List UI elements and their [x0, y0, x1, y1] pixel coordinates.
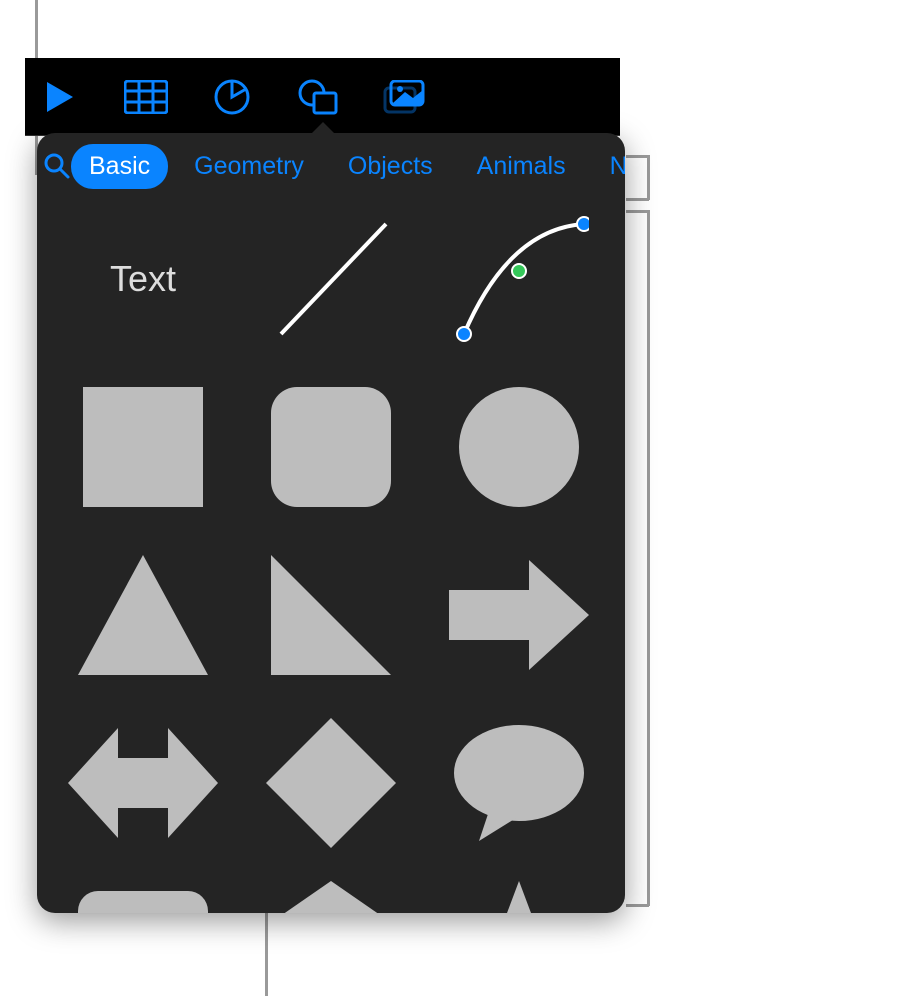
shape-star[interactable] — [443, 881, 595, 913]
shapes-grid: Text — [37, 199, 625, 913]
app-frame: Basic Geometry Objects Animals Na Text — [25, 58, 620, 908]
annotation-line — [647, 155, 650, 200]
media-button[interactable] — [379, 72, 429, 122]
category-bar: Basic Geometry Objects Animals Na — [37, 133, 625, 199]
annotation-line — [626, 904, 649, 907]
category-animals[interactable]: Animals — [459, 144, 584, 189]
play-button[interactable] — [35, 72, 85, 122]
shape-text[interactable]: Text — [67, 209, 219, 349]
shape-callout[interactable] — [67, 881, 219, 913]
shape-circle[interactable] — [443, 377, 595, 517]
shapes-popover: Basic Geometry Objects Animals Na Text — [37, 133, 625, 913]
popover-arrow — [309, 122, 337, 136]
annotation-line — [265, 912, 268, 996]
table-button[interactable] — [121, 72, 171, 122]
category-objects[interactable]: Objects — [330, 144, 451, 189]
category-geometry[interactable]: Geometry — [176, 144, 322, 189]
shape-speech-bubble[interactable] — [443, 713, 595, 853]
shape-square[interactable] — [67, 377, 219, 517]
category-basic[interactable]: Basic — [71, 144, 168, 189]
shape-pentagon[interactable] — [255, 881, 407, 913]
shape-right-triangle[interactable] — [255, 545, 407, 685]
shape-arrow-right[interactable] — [443, 545, 595, 685]
annotation-line — [626, 210, 649, 213]
shape-triangle[interactable] — [67, 545, 219, 685]
search-icon[interactable] — [43, 152, 71, 180]
shape-rounded-square[interactable] — [255, 377, 407, 517]
shape-line[interactable] — [255, 209, 407, 349]
category-nature[interactable]: Na — [592, 144, 625, 189]
shape-double-arrow[interactable] — [67, 713, 219, 853]
annotation-line — [647, 210, 650, 906]
shape-button[interactable] — [293, 72, 343, 122]
shape-diamond[interactable] — [255, 713, 407, 853]
chart-button[interactable] — [207, 72, 257, 122]
annotation-line — [626, 198, 649, 201]
shape-curve[interactable] — [443, 209, 595, 349]
annotation-line — [626, 155, 649, 158]
